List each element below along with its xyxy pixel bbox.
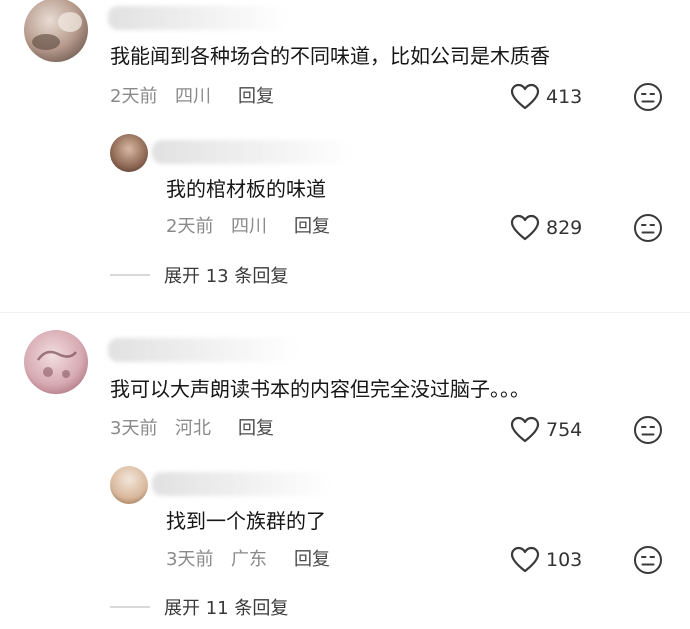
like-count: 103 xyxy=(546,549,583,571)
meh-face-icon xyxy=(634,546,662,574)
dislike-button[interactable] xyxy=(633,82,663,112)
like-count: 754 xyxy=(546,419,583,441)
reply-button[interactable]: 回复 xyxy=(294,549,330,571)
reply-time: 2天前 xyxy=(166,216,214,237)
dislike-button[interactable] xyxy=(633,415,663,445)
comment-location: 四川 xyxy=(175,86,211,107)
reply-avatar[interactable] xyxy=(110,134,148,172)
reply-avatar-image xyxy=(110,466,148,504)
reply-button[interactable]: 回复 xyxy=(238,86,274,108)
comment-text: 我能闻到各种场合的不同味道，比如公司是木质香 xyxy=(110,44,550,68)
comment-location: 河北 xyxy=(175,418,211,439)
expand-replies-button[interactable]: 展开 13 条回复 xyxy=(110,262,288,288)
like-count: 413 xyxy=(546,86,583,108)
like-button[interactable]: 754 xyxy=(510,415,582,445)
heart-outline-icon xyxy=(510,214,540,241)
comment-separator xyxy=(0,312,690,313)
dislike-button[interactable] xyxy=(633,545,663,575)
meh-face-icon xyxy=(634,416,662,444)
heart-outline-icon xyxy=(510,546,540,573)
reply-text: 我的棺材板的味道 xyxy=(166,177,326,201)
expand-replies-label: 展开 13 条回复 xyxy=(164,266,289,287)
avatar[interactable] xyxy=(24,330,88,394)
reply-username-blurred[interactable] xyxy=(152,140,352,164)
avatar-image xyxy=(24,330,88,394)
like-button[interactable]: 103 xyxy=(510,545,582,575)
username-blurred[interactable] xyxy=(108,338,298,362)
reply-avatar-image xyxy=(110,134,148,172)
reply-button[interactable]: 回复 xyxy=(294,216,330,238)
reply-time: 3天前 xyxy=(166,549,214,570)
expand-divider-line xyxy=(110,606,150,608)
like-button[interactable]: 413 xyxy=(510,82,582,112)
heart-outline-icon xyxy=(510,416,540,443)
expand-replies-label: 展开 11 条回复 xyxy=(164,598,289,619)
reply-avatar[interactable] xyxy=(110,466,148,504)
meh-face-icon xyxy=(634,214,662,242)
comment-text: 我可以大声朗读书本的内容但完全没过脑子。。。 xyxy=(110,377,530,401)
avatar[interactable] xyxy=(24,0,88,62)
like-count: 829 xyxy=(546,217,583,239)
comment-time: 3天前 xyxy=(110,418,158,439)
expand-replies-button[interactable]: 展开 11 条回复 xyxy=(110,594,288,620)
expand-divider-line xyxy=(110,274,150,276)
avatar-image xyxy=(24,0,88,62)
comment-time: 2天前 xyxy=(110,86,158,107)
heart-outline-icon xyxy=(510,83,540,110)
reply-text: 找到一个族群的了 xyxy=(166,509,326,533)
reply-username-blurred[interactable] xyxy=(152,472,332,496)
reply-location: 四川 xyxy=(231,216,267,237)
meh-face-icon xyxy=(634,83,662,111)
reply-location: 广东 xyxy=(231,549,267,570)
dislike-button[interactable] xyxy=(633,213,663,243)
reply-button[interactable]: 回复 xyxy=(238,418,274,440)
username-blurred[interactable] xyxy=(108,6,288,30)
like-button[interactable]: 829 xyxy=(510,213,582,243)
